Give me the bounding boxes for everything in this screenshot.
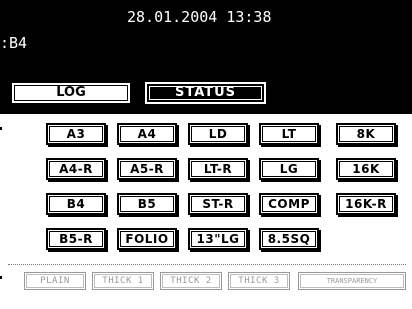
paper-type-thick1-button[interactable]: THICK 1 <box>92 272 154 290</box>
paper-type-transparency-button[interactable]: TRANSPARENCY <box>298 272 406 290</box>
row-indicator <box>0 276 2 279</box>
paper-size-a4-button[interactable]: A4 <box>117 123 177 145</box>
section-divider <box>8 264 406 265</box>
paper-size-b5r-button[interactable]: B5-R <box>46 228 106 250</box>
paper-type-plain-button[interactable]: PLAIN <box>24 272 86 290</box>
paper-size-a3-button[interactable]: A3 <box>46 123 106 145</box>
paper-size-ld-button[interactable]: LD <box>188 123 248 145</box>
paper-size-16kr-button[interactable]: 16K-R <box>336 193 396 215</box>
paper-size-lt-button[interactable]: LT <box>259 123 319 145</box>
tab-log[interactable]: LOG <box>11 82 131 104</box>
paper-size-comp-button[interactable]: COMP <box>259 193 319 215</box>
date-time-display: 28.01.2004 13:38 <box>127 8 272 26</box>
paper-size-str-button[interactable]: ST-R <box>188 193 248 215</box>
paper-size-85sq-button[interactable]: 8.5SQ <box>259 228 319 250</box>
tab-status[interactable]: STATUS <box>145 82 266 104</box>
paper-size-lg-button[interactable]: LG <box>259 158 319 180</box>
paper-type-thick3-button[interactable]: THICK 3 <box>228 272 290 290</box>
paper-size-folio-button[interactable]: FOLIO <box>117 228 177 250</box>
tab-strip: LOG STATUS <box>0 74 412 114</box>
row-indicator <box>0 127 2 130</box>
paper-size-b5-button[interactable]: B5 <box>117 193 177 215</box>
paper-size-8k-button[interactable]: 8K <box>336 123 396 145</box>
paper-size-13lg-button[interactable]: 13"LG <box>188 228 248 250</box>
selected-paper-size-display: :B4 <box>0 34 28 52</box>
paper-size-a4r-button[interactable]: A4-R <box>46 158 106 180</box>
paper-size-b4-button[interactable]: B4 <box>46 193 106 215</box>
paper-size-ltr-button[interactable]: LT-R <box>188 158 248 180</box>
paper-size-a5r-button[interactable]: A5-R <box>117 158 177 180</box>
paper-size-16k-button[interactable]: 16K <box>336 158 396 180</box>
copier-panel-screen: 28.01.2004 13:38 :B4 LOG STATUS A3 A4 LD… <box>0 0 412 309</box>
status-header: 28.01.2004 13:38 :B4 <box>0 0 412 74</box>
paper-type-thick2-button[interactable]: THICK 2 <box>160 272 222 290</box>
